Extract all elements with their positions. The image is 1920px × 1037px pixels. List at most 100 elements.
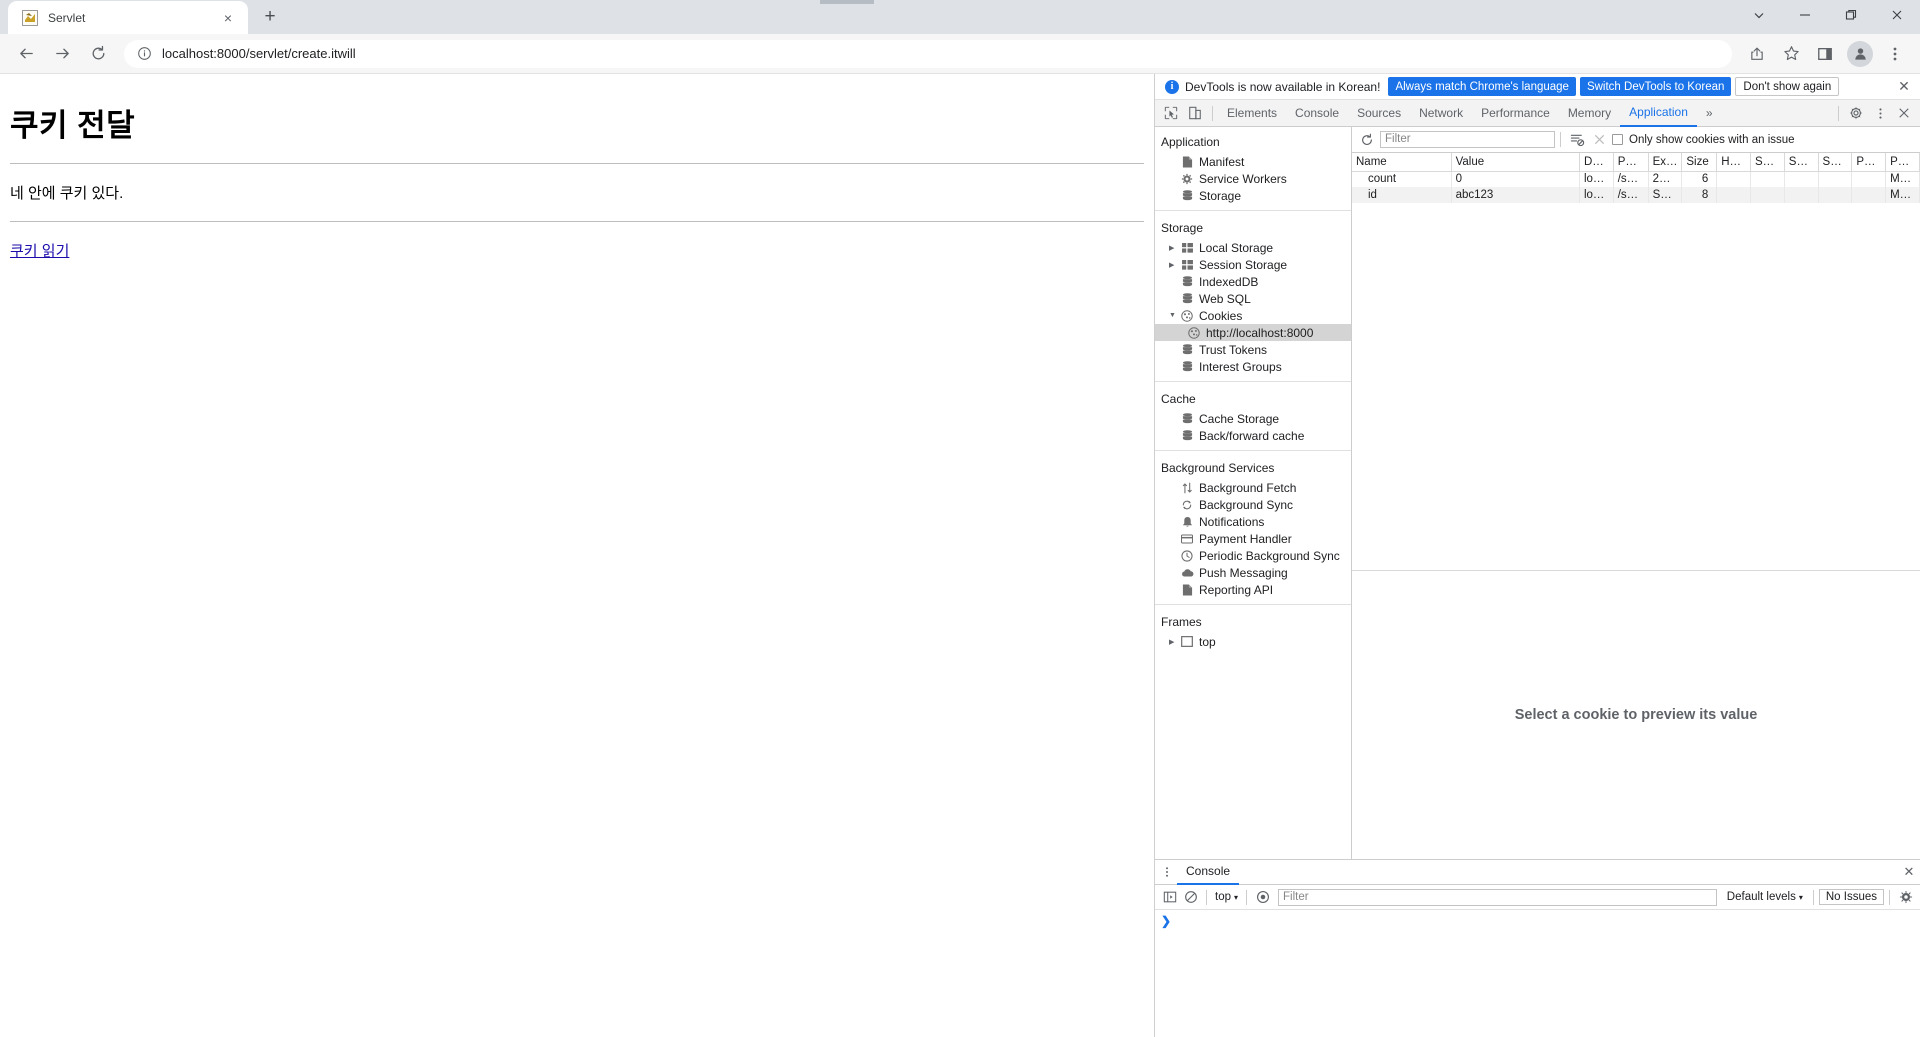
tab-search-chevron-icon[interactable]	[1736, 0, 1782, 30]
database-icon	[1180, 412, 1194, 425]
sidebar-item-cookie-origin[interactable]: http://localhost:8000	[1155, 324, 1351, 341]
column-header-priority[interactable]: P…	[1885, 153, 1920, 172]
gear-icon[interactable]	[1895, 887, 1916, 908]
share-icon[interactable]	[1742, 39, 1772, 69]
column-header-expires[interactable]: Ex…	[1648, 153, 1683, 172]
column-header-domain[interactable]: D…	[1579, 153, 1614, 172]
three-dot-menu-icon[interactable]	[1157, 862, 1177, 882]
tab-close-icon[interactable]: ×	[218, 8, 238, 28]
column-header-samesite[interactable]: S…	[1784, 153, 1819, 172]
info-circle-icon[interactable]	[136, 46, 152, 62]
tab-console[interactable]: Console	[1286, 100, 1348, 127]
switch-devtools-to-korean-button[interactable]: Switch DevTools to Korean	[1579, 77, 1732, 96]
sidebar-item-periodic-background-sync[interactable]: ▶ Periodic Background Sync	[1155, 547, 1351, 564]
sidebar-item-back-forward-cache[interactable]: ▶ Back/forward cache	[1155, 427, 1351, 444]
table-row[interactable]: id abc123 lo… /s… S… 8 M…	[1352, 187, 1920, 203]
inspect-element-icon[interactable]	[1159, 101, 1183, 125]
three-dot-menu-icon[interactable]	[1880, 39, 1910, 69]
delete-cookie-icon[interactable]	[1588, 129, 1610, 151]
window-maximize-icon[interactable]	[1828, 0, 1874, 30]
cell-path: /s…	[1613, 171, 1649, 187]
tabs-overflow-chevron-icon[interactable]: »	[1697, 100, 1722, 127]
column-header-httponly[interactable]: H…	[1716, 153, 1752, 172]
expand-arrow-icon[interactable]: ▶	[1169, 638, 1180, 646]
sidebar-item-indexeddb[interactable]: ▶ IndexedDB	[1155, 273, 1351, 290]
tab-elements[interactable]: Elements	[1218, 100, 1286, 127]
column-header-value[interactable]: Value	[1451, 153, 1580, 172]
sidebar-item-notifications[interactable]: ▶ Notifications	[1155, 513, 1351, 530]
gear-icon[interactable]	[1844, 101, 1868, 125]
tab-memory[interactable]: Memory	[1559, 100, 1620, 127]
browser-tab[interactable]: Servlet ×	[8, 1, 248, 34]
three-dot-menu-icon[interactable]	[1868, 101, 1892, 125]
tab-network[interactable]: Network	[1410, 100, 1472, 127]
window-minimize-icon[interactable]	[1782, 0, 1828, 30]
sidebar-item-service-workers[interactable]: ▶ Service Workers	[1155, 170, 1351, 187]
always-match-language-button[interactable]: Always match Chrome's language	[1388, 77, 1576, 96]
star-icon[interactable]	[1776, 39, 1806, 69]
only-show-cookies-with-issue-checkbox[interactable]: Only show cookies with an issue	[1612, 134, 1795, 146]
banner-close-icon[interactable]: ✕	[1894, 77, 1914, 97]
sidebar-item-cache-storage[interactable]: ▶ Cache Storage	[1155, 410, 1351, 427]
tab-application[interactable]: Application	[1620, 100, 1697, 127]
tab-performance[interactable]: Performance	[1472, 100, 1559, 127]
read-cookie-link[interactable]: 쿠키 읽기	[10, 240, 69, 261]
console-prompt[interactable]: ❯	[1155, 910, 1920, 1037]
expand-arrow-icon[interactable]: ▶	[1169, 261, 1180, 269]
cloud-icon	[1180, 568, 1194, 578]
column-header-partitionkey[interactable]: P…	[1851, 153, 1887, 172]
sidebar-item-push-messaging[interactable]: ▶ Push Messaging	[1155, 564, 1351, 581]
refresh-icon[interactable]	[1356, 129, 1378, 151]
forward-button[interactable]	[46, 38, 78, 70]
console-sidebar-icon[interactable]	[1159, 887, 1180, 908]
column-header-name[interactable]: Name	[1352, 153, 1452, 172]
column-header-size[interactable]: Size	[1681, 153, 1718, 172]
back-button[interactable]	[10, 38, 42, 70]
reload-button[interactable]	[82, 38, 114, 70]
window-close-icon[interactable]	[1874, 0, 1920, 30]
sidebar-item-local-storage[interactable]: ▶ Local Storage	[1155, 239, 1351, 256]
cell-priority	[1851, 187, 1887, 203]
device-toolbar-icon[interactable]	[1183, 101, 1207, 125]
close-devtools-icon[interactable]	[1892, 101, 1916, 125]
window-drag-handle[interactable]	[820, 0, 874, 4]
sidebar-item-trust-tokens[interactable]: ▶ Trust Tokens	[1155, 341, 1351, 358]
sidebar-item-cookies[interactable]: ▼ Cookies	[1155, 307, 1351, 324]
sidebar-item-background-sync[interactable]: ▶ Background Sync	[1155, 496, 1351, 513]
drawer-tab-console[interactable]: Console	[1177, 860, 1240, 885]
sidebar-item-reporting-api[interactable]: ▶ Reporting API	[1155, 581, 1351, 598]
devtools-panel: i DevTools is now available in Korean! A…	[1155, 74, 1920, 1037]
new-tab-button[interactable]: +	[256, 3, 284, 31]
sidebar-item-session-storage[interactable]: ▶ Session Storage	[1155, 256, 1351, 273]
drawer-close-icon[interactable]: ✕	[1898, 861, 1920, 883]
console-log-levels-dropdown[interactable]: Default levels ▾	[1722, 891, 1808, 903]
collapse-arrow-icon[interactable]: ▼	[1169, 312, 1180, 319]
sidebar-item-interest-groups[interactable]: ▶ Interest Groups	[1155, 358, 1351, 375]
profile-avatar-icon[interactable]	[1847, 40, 1873, 67]
column-header-sameparty[interactable]: S…	[1818, 153, 1853, 172]
clear-console-icon[interactable]	[1180, 887, 1201, 908]
column-header-path[interactable]: P…	[1613, 153, 1649, 172]
table-row[interactable]: count 0 lo… /s… 2… 6 M…	[1352, 171, 1920, 187]
sidebar-item-payment-handler[interactable]: ▶ Payment Handler	[1155, 530, 1351, 547]
sidebar-item-web-sql[interactable]: ▶ Web SQL	[1155, 290, 1351, 307]
expand-arrow-icon[interactable]: ▶	[1169, 244, 1180, 252]
cookies-filter-input[interactable]: Filter	[1380, 131, 1555, 148]
column-header-secure[interactable]: S…	[1750, 153, 1785, 172]
sidebar-item-background-fetch[interactable]: ▶ Background Fetch	[1155, 479, 1351, 496]
console-context-selector[interactable]: top ▾	[1212, 891, 1241, 903]
side-panel-icon[interactable]	[1810, 39, 1840, 69]
sidebar-item-label: Interest Groups	[1199, 359, 1282, 374]
live-expression-icon[interactable]	[1252, 887, 1273, 908]
sidebar-item-frame-top[interactable]: ▶ top	[1155, 633, 1351, 650]
dont-show-again-button[interactable]: Don't show again	[1735, 77, 1840, 96]
checkbox-box[interactable]	[1612, 134, 1623, 145]
address-bar[interactable]: localhost:8000/servlet/create.itwill	[124, 39, 1732, 68]
clear-all-cookies-icon[interactable]	[1566, 129, 1588, 151]
cell-secure	[1750, 171, 1785, 187]
tab-sources[interactable]: Sources	[1348, 100, 1410, 127]
console-filter-input[interactable]: Filter	[1278, 888, 1717, 906]
sidebar-item-manifest[interactable]: ▶ Manifest	[1155, 153, 1351, 170]
sidebar-item-storage[interactable]: ▶ Storage	[1155, 187, 1351, 204]
no-issues-button[interactable]: No Issues	[1818, 889, 1884, 905]
